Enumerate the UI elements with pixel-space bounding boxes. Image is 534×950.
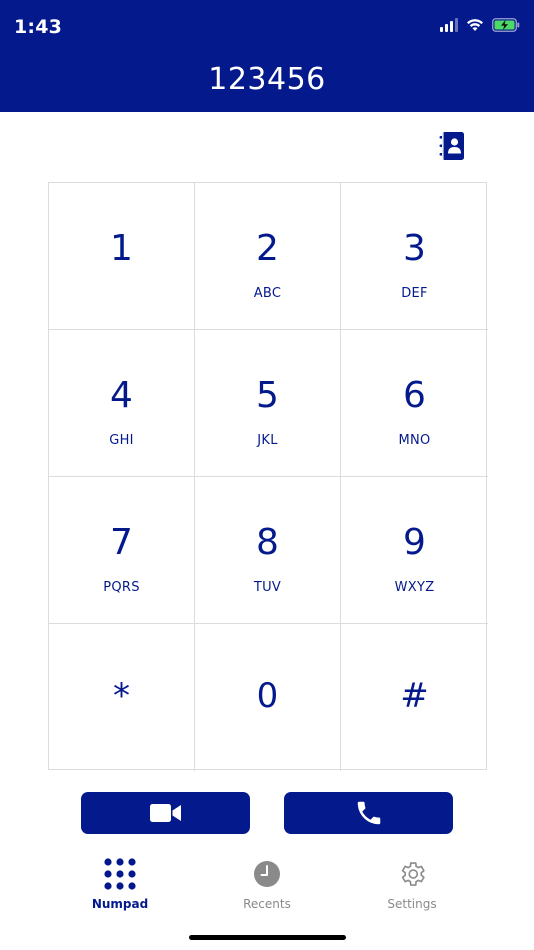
key-digit: 6 [403, 375, 426, 416]
cellular-signal-icon [440, 18, 458, 32]
key-7[interactable]: 7 PQRS [49, 477, 195, 624]
key-6[interactable]: 6 MNO [341, 330, 488, 477]
keypad: 1 2 ABC 3 DEF 4 GHI 5 JKL 6 MNO 7 PQRS 8… [48, 182, 488, 771]
contact-book-icon [439, 132, 464, 160]
key-4[interactable]: 4 GHI [49, 330, 195, 477]
key-digit: * [113, 676, 130, 716]
call-button[interactable] [284, 792, 453, 834]
tab-bar: Numpad Recents Settings [0, 855, 534, 925]
key-0[interactable]: 0 [195, 624, 341, 771]
contacts-button[interactable] [436, 130, 468, 162]
numpad-icon [104, 858, 136, 890]
home-indicator[interactable] [189, 935, 346, 940]
key-digit: 7 [110, 522, 133, 563]
key-3[interactable]: 3 DEF [341, 183, 488, 330]
key-letters: PQRS [103, 580, 140, 595]
key-star[interactable]: * [49, 624, 195, 771]
wifi-icon [467, 19, 483, 31]
video-camera-icon [149, 804, 181, 822]
key-letters: JKL [257, 433, 278, 448]
key-8[interactable]: 8 TUV [195, 477, 341, 624]
tab-label: Numpad [91, 897, 149, 911]
phone-icon [357, 801, 380, 825]
key-digit: 0 [256, 676, 279, 716]
tab-label: Recents [243, 897, 291, 911]
key-digit: 3 [403, 228, 426, 269]
key-digit: 9 [403, 522, 426, 563]
header-bar: 1:43 123456 [0, 0, 534, 112]
tab-settings[interactable]: Settings [352, 855, 472, 911]
key-digit: 5 [256, 375, 279, 416]
key-1[interactable]: 1 [49, 183, 195, 330]
battery-charging-icon [492, 18, 520, 32]
status-icons [440, 18, 520, 32]
key-digit: 2 [256, 228, 279, 269]
key-digit: 1 [110, 228, 133, 269]
key-9[interactable]: 9 WXYZ [341, 477, 488, 624]
tab-label: Settings [387, 897, 437, 911]
key-digit: 8 [256, 522, 279, 563]
key-5[interactable]: 5 JKL [195, 330, 341, 477]
key-letters: DEF [401, 286, 428, 301]
tab-recents[interactable]: Recents [207, 855, 327, 911]
key-letters: ABC [253, 286, 282, 301]
key-letters: TUV [253, 580, 282, 595]
gear-icon [401, 862, 425, 886]
key-letters: WXYZ [394, 580, 435, 595]
key-digit: 4 [110, 375, 133, 416]
video-call-button[interactable] [81, 792, 250, 834]
status-time: 1:43 [14, 16, 63, 38]
key-digit: # [400, 676, 429, 716]
clock-icon [254, 861, 280, 887]
key-letters: GHI [109, 433, 134, 448]
key-letters: MNO [398, 433, 431, 448]
tab-numpad[interactable]: Numpad [60, 855, 180, 911]
key-2[interactable]: 2 ABC [195, 183, 341, 330]
dialed-number: 123456 [208, 62, 326, 97]
key-hash[interactable]: # [341, 624, 488, 771]
